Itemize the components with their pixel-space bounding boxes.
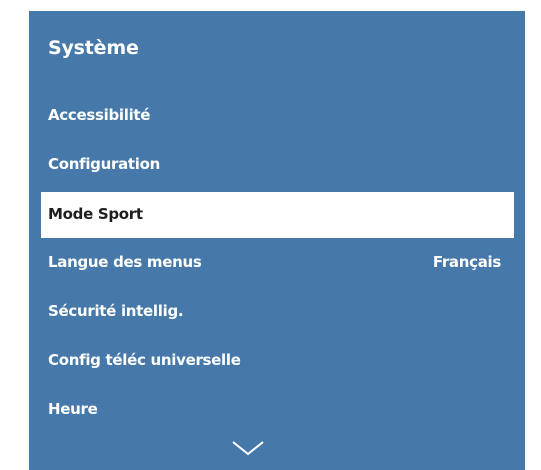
menu-item-mode-sport[interactable]: Mode Sport [41, 192, 514, 238]
menu-item-config-telec-universelle[interactable]: Config téléc universelle [29, 337, 525, 386]
menu-item-label: Accessibilité [48, 106, 151, 124]
menu-item-label: Mode Sport [48, 205, 143, 223]
system-menu-panel: Système Accessibilité Configuration Mode… [29, 11, 525, 470]
menu-item-label: Heure [48, 400, 98, 418]
menu-item-value: Français [432, 253, 501, 271]
chevron-down-icon[interactable] [231, 440, 265, 456]
menu-item-label: Config téléc universelle [48, 351, 241, 369]
menu-item-accessibilite[interactable]: Accessibilité [29, 92, 525, 141]
menu-item-configuration[interactable]: Configuration [29, 141, 525, 190]
menu-item-langue-des-menus[interactable]: Langue des menus Français [29, 239, 525, 288]
menu-item-label: Sécurité intellig. [48, 302, 184, 320]
menu-item-securite-intellig[interactable]: Sécurité intellig. [29, 288, 525, 337]
menu-item-label: Configuration [48, 155, 160, 173]
panel-title: Système [48, 37, 139, 59]
menu-item-heure[interactable]: Heure [29, 386, 525, 435]
settings-menu: Accessibilité Configuration Mode Sport L… [29, 92, 525, 435]
menu-item-label: Langue des menus [48, 253, 202, 271]
